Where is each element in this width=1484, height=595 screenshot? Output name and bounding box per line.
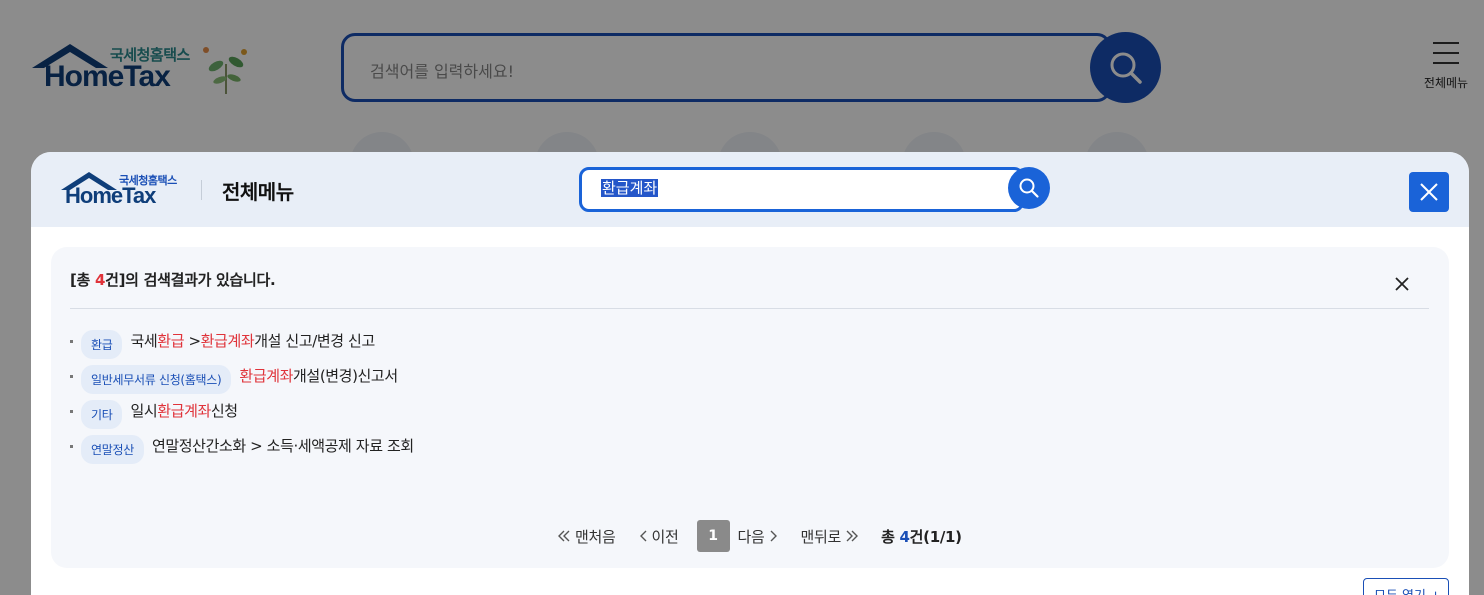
bullet-icon (70, 410, 73, 413)
modal-header: 국세청홈택스 HomeTax 전체메뉴 환급계좌 (31, 152, 1469, 227)
result-close-button[interactable] (1393, 275, 1411, 293)
double-chevron-right-icon (846, 530, 859, 542)
modal-hometax-logo[interactable]: 국세청홈택스 HomeTax (59, 170, 209, 210)
modal-close-button[interactable] (1409, 172, 1449, 212)
result-category-tag: 연말정산 (81, 435, 144, 464)
keyword-highlight: 환급계좌 (157, 402, 211, 420)
chevron-right-icon (770, 530, 777, 542)
double-chevron-left-icon (558, 530, 570, 542)
result-text: 신청 (210, 402, 238, 420)
result-item[interactable]: 기타 일시환급계좌신청 (70, 397, 414, 432)
result-category-tag: 기타 (81, 400, 123, 429)
bullet-icon (70, 445, 73, 448)
menu-search-value: 환급계좌 (601, 179, 659, 197)
pager-next[interactable]: 다음 (738, 526, 783, 547)
result-text: 연말정산간소화 > 소득·세액공제 자료 조회 (151, 437, 414, 455)
result-text: 개설 신고/변경 신고 (254, 332, 375, 350)
result-category-tag: 일반세무서류 신청(홈택스) (81, 365, 232, 394)
pager-current-page[interactable]: 1 (696, 520, 730, 552)
chevron-left-icon (639, 530, 647, 542)
expand-all-button[interactable]: 모두 열기 + (1363, 578, 1449, 595)
all-menu-modal: 국세청홈택스 HomeTax 전체메뉴 환급계좌 [총 4건]의 검색결과가 있… (31, 152, 1469, 595)
search-result-panel: [총 4건]의 검색결과가 있습니다. 환급 국세환급 >환급계좌개설 신고/변경… (51, 247, 1449, 568)
result-item[interactable]: 연말정산 연말정산간소화 > 소득·세액공제 자료 조회 (70, 432, 414, 467)
result-list: 환급 국세환급 >환급계좌개설 신고/변경 신고 일반세무서류 신청(홈택스) 환급계… (70, 327, 414, 467)
bullet-icon (70, 340, 73, 343)
menu-search-input[interactable]: 환급계좌 (579, 167, 1024, 212)
keyword-highlight: 환급계좌 (200, 332, 255, 350)
result-summary: [총 4건]의 검색결과가 있습니다. (70, 271, 276, 289)
result-text: > (184, 332, 201, 350)
pager-prev[interactable]: 이전 (634, 526, 679, 547)
result-link[interactable]: 일시환급계좌신청 (130, 400, 238, 421)
result-text: 국세 (130, 332, 158, 350)
brand-english: HomeTax (65, 183, 156, 208)
result-item[interactable]: 일반세무서류 신청(홈택스) 환급계좌개설(변경)신고서 (70, 362, 414, 397)
pager-last[interactable]: 맨뒤로 (801, 526, 864, 547)
result-text: 개설(변경)신고서 (293, 367, 398, 385)
close-icon (1420, 183, 1438, 201)
pager-first[interactable]: 맨처음 (553, 526, 616, 547)
result-text: 일시 (130, 402, 158, 420)
bullet-icon (70, 375, 73, 378)
pagination: 맨처음 이전 1 다음 맨뒤로 총 4건(1/1) (553, 520, 962, 552)
pager-total: 총 4건(1/1) (881, 527, 962, 546)
result-link[interactable]: 환급계좌개설(변경)신고서 (239, 365, 398, 386)
menu-search-button[interactable] (1008, 167, 1050, 209)
keyword-highlight: 환급 (157, 332, 185, 350)
result-divider (70, 308, 1429, 309)
keyword-highlight: 환급계좌 (239, 367, 294, 385)
result-link[interactable]: 국세환급 >환급계좌개설 신고/변경 신고 (130, 330, 375, 351)
result-count: 4 (94, 271, 106, 289)
result-category-tag: 환급 (81, 330, 123, 359)
modal-title: 전체메뉴 (222, 180, 294, 204)
header-divider (201, 180, 202, 200)
result-item[interactable]: 환급 국세환급 >환급계좌개설 신고/변경 신고 (70, 327, 414, 362)
result-link[interactable]: 연말정산간소화 > 소득·세액공제 자료 조회 (152, 435, 414, 456)
close-icon (1395, 277, 1409, 291)
search-icon (1019, 178, 1039, 198)
